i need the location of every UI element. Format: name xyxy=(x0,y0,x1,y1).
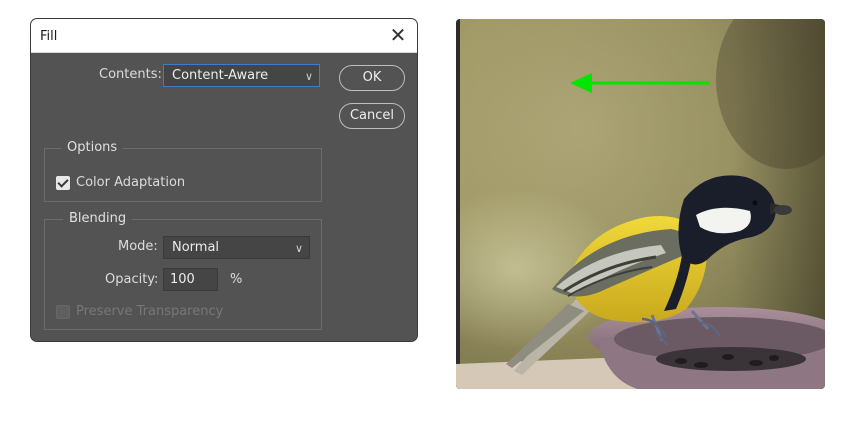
contents-select-value: Content-Aware xyxy=(172,68,269,83)
opacity-input[interactable]: 100 xyxy=(163,268,218,291)
opacity-unit: % xyxy=(230,272,243,287)
contents-label: Contents: xyxy=(99,67,162,82)
preserve-transparency-checkbox[interactable] xyxy=(56,305,70,319)
fill-dialog: Fill ✕ Contents: Content-Aware ∨ OK Canc… xyxy=(31,19,417,341)
mode-select[interactable]: Normal ∨ xyxy=(163,236,310,259)
bird-photo-illustration xyxy=(456,19,825,389)
ok-button[interactable]: OK xyxy=(339,65,405,91)
chevron-down-icon: ∨ xyxy=(304,70,313,83)
options-group: Options Color Adaptation xyxy=(44,140,322,202)
preserve-transparency-label: Preserve Transparency xyxy=(76,304,224,319)
options-group-title: Options xyxy=(61,140,124,155)
contents-select[interactable]: Content-Aware ∨ xyxy=(163,64,320,87)
cancel-button[interactable]: Cancel xyxy=(339,103,405,129)
color-adaptation-label[interactable]: Color Adaptation xyxy=(76,175,185,190)
mode-select-value: Normal xyxy=(172,240,220,255)
dialog-titlebar: Fill ✕ xyxy=(31,19,417,53)
bird-photo xyxy=(456,19,825,389)
blending-group-title: Blending xyxy=(63,211,133,226)
dialog-title: Fill xyxy=(40,29,58,44)
opacity-label: Opacity: xyxy=(105,272,159,287)
color-adaptation-checkbox[interactable] xyxy=(56,176,70,190)
blending-group: Blending Mode: Normal ∨ Opacity: 100 % P… xyxy=(44,211,322,330)
mode-label: Mode: xyxy=(118,239,158,254)
chevron-down-icon: ∨ xyxy=(294,242,303,255)
close-icon[interactable]: ✕ xyxy=(389,25,407,45)
